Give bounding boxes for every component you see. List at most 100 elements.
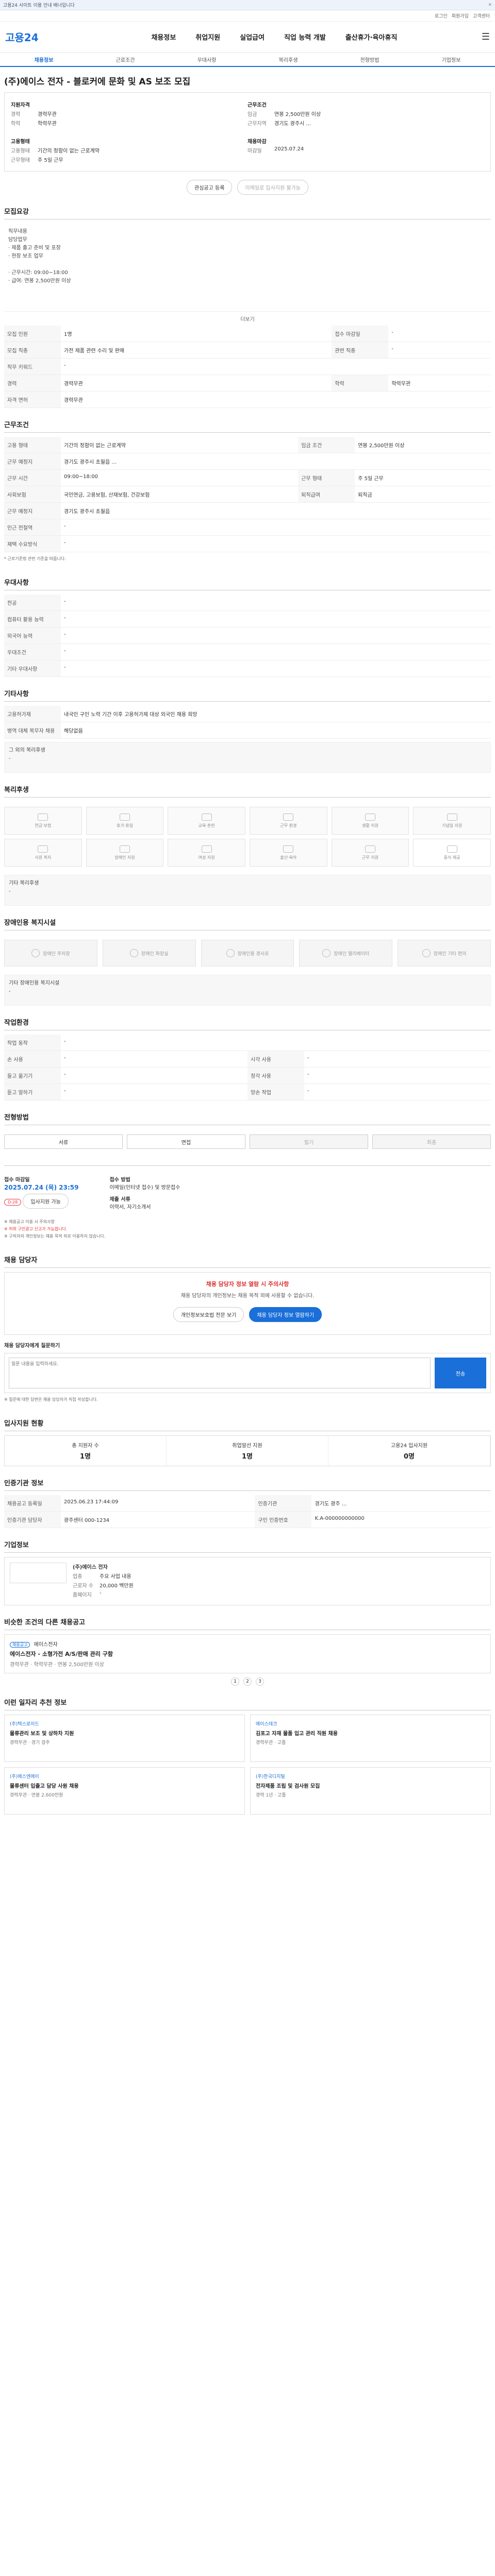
cell-value: - bbox=[304, 1067, 491, 1084]
gnb-menu-benefit[interactable]: 실업급여 bbox=[240, 32, 265, 42]
stat-item: 총 지원자 수 1명 bbox=[5, 1436, 167, 1466]
disability-label: 장애인 화장실 bbox=[141, 951, 169, 957]
process-step: 서류 bbox=[4, 1134, 123, 1149]
welfare-icon bbox=[201, 845, 212, 853]
cell-key: 양손 작업 bbox=[248, 1083, 304, 1100]
welfare-icon bbox=[365, 813, 375, 821]
welfare-label: 근무 환경 bbox=[280, 823, 297, 828]
help-link[interactable]: 고객센터 bbox=[473, 12, 490, 19]
page-button[interactable]: 1 bbox=[231, 1677, 239, 1686]
interest-button[interactable]: 관심공고 등록 bbox=[187, 180, 233, 195]
card-company: 에이스테크 bbox=[256, 1722, 277, 1727]
docs-value: 이력서, 자기소개서 bbox=[109, 1205, 151, 1210]
welfare-section: 복리후생 연금·보험 휴가·휴일 교육·훈련 근무 환경 생활 지원 기념일 지… bbox=[4, 784, 491, 906]
summary-key: 고용형태 bbox=[11, 148, 30, 154]
welfare-item: 중식 제공 bbox=[413, 839, 491, 867]
recommend-card[interactable]: 에이스테크김포고 자재 물품 입고 관리 직원 채용경력무관 · 고졸 bbox=[250, 1715, 491, 1762]
welfare-item: 연금·보험 bbox=[4, 807, 82, 835]
tab-pref[interactable]: 우대사항 bbox=[166, 56, 248, 63]
more-button[interactable]: 더보기 bbox=[4, 311, 491, 326]
menu-icon[interactable]: ☰ bbox=[482, 31, 490, 42]
similar-card[interactable]: 채용공고 에이스전자 에이스전자 - 소형가전 A/S/판매 관리 구함 경력무… bbox=[4, 1634, 491, 1673]
welfare-item: 사원 복지 bbox=[4, 839, 82, 867]
cell-key: 인근 전철역 bbox=[4, 519, 61, 536]
tab-process[interactable]: 전형방법 bbox=[329, 56, 410, 63]
note-line: ※ 허위 구인광고 신고가 가능합니다. bbox=[4, 1227, 68, 1231]
tab-welfare[interactable]: 복리후생 bbox=[248, 56, 329, 63]
tab-company[interactable]: 기업정보 bbox=[410, 56, 492, 63]
summary-value: 연봉 2,500만원 이상 bbox=[274, 112, 321, 117]
section-heading: 채용 담당자 bbox=[4, 1255, 491, 1268]
close-icon[interactable]: ✕ bbox=[488, 3, 492, 8]
tab-recruit[interactable]: 채용정보 bbox=[3, 56, 85, 63]
welfare-label: 사원 복지 bbox=[35, 855, 52, 860]
cell-value: 경기도 광주시 초월읍 bbox=[61, 502, 491, 519]
cell-value: - bbox=[61, 358, 491, 375]
card-meta: 경력무관 · 고졸 bbox=[256, 1740, 286, 1745]
tab-condition[interactable]: 근로조건 bbox=[85, 56, 166, 63]
signup-link[interactable]: 회원가입 bbox=[452, 12, 469, 19]
cell-value: K.A-000000000000 bbox=[311, 1511, 491, 1528]
card-title[interactable]: 물류관리 보조 및 상하차 지원 bbox=[10, 1729, 239, 1737]
deadline-label: 접수 마감일 bbox=[4, 1177, 30, 1183]
question-input[interactable] bbox=[9, 1358, 431, 1388]
card-meta: 경력 1년 · 고졸 bbox=[256, 1793, 286, 1798]
gnb-menu-support[interactable]: 취업지원 bbox=[195, 32, 220, 42]
welfare-icon bbox=[447, 813, 457, 821]
disability-label: 장애인용 경사로 bbox=[237, 951, 269, 957]
gnb-menu-leave[interactable]: 출산휴가·육아휴직 bbox=[345, 32, 398, 42]
environment-section: 작업환경 작업 동작 - 손 사용 - 시각 사용 - 들고 옮기기 - 청각 사용 - 듣고… bbox=[4, 1017, 491, 1100]
cell-key: 모집 직종 bbox=[4, 342, 61, 359]
job-tag: 채용공고 bbox=[10, 1642, 30, 1648]
card-title[interactable]: 김포고 자재 물품 입고 관리 직원 채용 bbox=[256, 1729, 485, 1737]
site-logo[interactable]: 고용24 bbox=[5, 29, 67, 44]
recommend-card[interactable]: (주)에스엔에이 물류센터 입출고 담당 사원 채용 경력무관 · 연봉 2,600… bbox=[4, 1767, 245, 1815]
welfare-extra: 기타 복리후생 - bbox=[4, 875, 491, 906]
cell-key: 인증기관 담당자 bbox=[4, 1511, 61, 1528]
cell-key: 퇴직급여 bbox=[298, 486, 355, 503]
cell-key: 임금 조건 bbox=[298, 437, 355, 453]
gnb-menu-training[interactable]: 직업 능력 개발 bbox=[284, 32, 326, 42]
similar-title[interactable]: 에이스전자 - 소형가전 A/S/판매 관리 구함 bbox=[10, 1650, 485, 1658]
section-heading: 전형방법 bbox=[4, 1112, 491, 1125]
recruit-section: 모집요강 직무내용 담당업무 · 제품 출고 준비 및 포장 · 현장 보조 업… bbox=[4, 206, 491, 408]
apply-button[interactable]: 입사지원 가능 bbox=[23, 1194, 69, 1209]
card-title[interactable]: 물류센터 입출고 담당 사원 채용 bbox=[10, 1782, 239, 1789]
cell-value: 경력무관 bbox=[61, 375, 332, 392]
cell-value: - bbox=[61, 611, 491, 628]
stat-label: 총 지원자 수 bbox=[72, 1443, 99, 1449]
cell-value: 국민연금, 고용보험, 산재보험, 건강보험 bbox=[61, 486, 299, 503]
cell-value: 주요 사업 내용 bbox=[100, 1574, 131, 1580]
util-bar: 로그인 회원가입 고객센터 bbox=[0, 10, 495, 22]
cell-value: 1명 bbox=[61, 326, 332, 342]
cell-key: 컴퓨터 활용 능력 bbox=[4, 611, 61, 628]
view-manager-button[interactable]: 채용 담당자 정보 열람하기 bbox=[249, 1307, 322, 1322]
summary-value: 경력무관 bbox=[38, 112, 57, 117]
cell-key: 근로자 수 bbox=[73, 1583, 93, 1589]
card-title[interactable]: 전자제품 조립 및 검사원 모집 bbox=[256, 1782, 485, 1789]
job-description: 직무내용 담당업무 · 제품 출고 준비 및 포장 · 현장 보조 업무 · 근… bbox=[8, 229, 71, 284]
privacy-law-button[interactable]: 개인정보보호법 전문 보기 bbox=[173, 1307, 244, 1322]
cell-key: 시각 사용 bbox=[248, 1050, 304, 1067]
similar-section: 비슷한 조건의 다른 채용공고 채용공고 에이스전자 에이스전자 - 소형가전 … bbox=[4, 1617, 491, 1686]
cell-value: 주 5일 근무 bbox=[355, 469, 491, 486]
card-company: (주)텍스로이드 bbox=[10, 1722, 39, 1727]
ramp-icon bbox=[226, 949, 235, 957]
page-button[interactable]: 3 bbox=[256, 1677, 264, 1686]
login-link[interactable]: 로그인 bbox=[435, 12, 448, 19]
disability-item: 장애인용 경사로 bbox=[201, 940, 294, 967]
welfare-icon bbox=[365, 845, 375, 853]
cell-value: 09:00~18:00 bbox=[61, 469, 299, 486]
send-button[interactable]: 전송 bbox=[435, 1358, 486, 1388]
recommend-grid: (주)텍스로이드 물류관리 보조 및 상하차 지원 경력무관 · 경기 광주 에이스… bbox=[4, 1715, 491, 1815]
welfare-label: 근무 지원 bbox=[362, 855, 378, 860]
gnb-menu-jobs[interactable]: 채용정보 bbox=[151, 32, 176, 42]
summary-value: 2025.07.24 bbox=[274, 146, 304, 152]
welfare-item: 기념일 지원 bbox=[413, 807, 491, 835]
recommend-card[interactable]: (주)텍스로이드 물류관리 보조 및 상하차 지원 경력무관 · 경기 광주 bbox=[4, 1715, 245, 1762]
welfare-icon bbox=[201, 813, 212, 821]
email-apply-button[interactable]: 이메일로 입사지원 불가능 bbox=[237, 180, 308, 195]
process-step: 최종 bbox=[372, 1134, 491, 1149]
recommend-card[interactable]: (주)한국디지털 전자제품 조립 및 검사원 모집 경력 1년 · 고졸 bbox=[250, 1767, 491, 1815]
page-button[interactable]: 2 bbox=[243, 1677, 252, 1686]
